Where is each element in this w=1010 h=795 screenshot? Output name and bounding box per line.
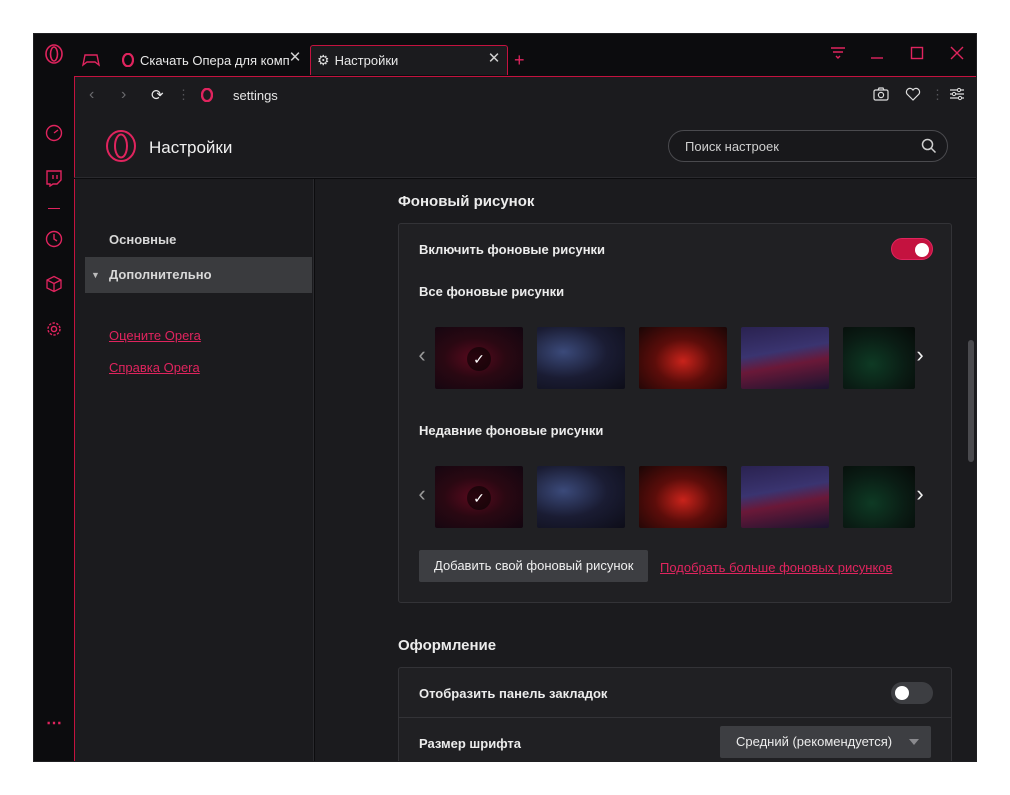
enable-wallpapers-label: Включить фоновые рисунки xyxy=(419,242,606,257)
separator-dots-icon: ⋮ xyxy=(931,87,944,102)
easy-setup-icon[interactable] xyxy=(949,87,965,106)
font-size-label: Размер шрифта xyxy=(419,736,521,751)
tab-close-icon[interactable]: ✕ xyxy=(288,50,302,65)
tab-label: Скачать Опера для компь xyxy=(140,52,290,68)
address-bar: ‹ › ⟳ ⋮ settings ⋮ xyxy=(74,76,976,114)
carousel-prev-icon[interactable]: ‹ xyxy=(415,342,429,368)
nav-item-advanced[interactable]: ▼ Дополнительно xyxy=(85,257,312,293)
carousel-prev-icon[interactable]: ‹ xyxy=(415,481,429,507)
url-text[interactable]: settings xyxy=(233,88,278,103)
wallpaper-card: Включить фоновые рисунки Все фоновые рис… xyxy=(398,223,952,603)
wallpaper-thumb[interactable] xyxy=(843,327,915,389)
opera-menu-icon[interactable] xyxy=(44,44,64,64)
new-tab-button[interactable]: + xyxy=(514,45,534,75)
checkmark-icon: ✓ xyxy=(467,347,491,371)
settings-search xyxy=(668,130,948,162)
tab-download-opera[interactable]: Скачать Опера для компь ✕ xyxy=(114,45,308,75)
wallpaper-thumb[interactable]: ✓ xyxy=(435,466,523,528)
tab-close-icon[interactable]: ✕ xyxy=(487,51,501,66)
close-window-icon[interactable] xyxy=(950,46,970,62)
browser-window: ⋯ Скачать Опера для компь ✕ ⚙ Настройки … xyxy=(33,33,977,762)
tab-menu-icon[interactable] xyxy=(830,46,850,62)
more-wallpapers-link[interactable]: Подобрать больше фоновых рисунков xyxy=(660,560,892,575)
wallpaper-thumb[interactable] xyxy=(537,466,625,528)
tab-settings[interactable]: ⚙ Настройки ✕ xyxy=(310,45,508,75)
minimize-icon[interactable] xyxy=(870,46,890,62)
chevron-down-icon xyxy=(909,739,919,745)
scrollbar-thumb[interactable] xyxy=(968,340,974,462)
font-size-value: Средний (рекомендуется) xyxy=(736,734,893,749)
opera-logo-icon xyxy=(105,130,137,167)
row-divider xyxy=(399,717,951,718)
more-icon[interactable]: ⋯ xyxy=(44,713,64,733)
font-size-select[interactable]: Средний (рекомендуется) xyxy=(720,726,931,758)
checkmark-icon: ✓ xyxy=(467,486,491,510)
opera-logo-icon xyxy=(122,53,134,67)
snapshot-icon[interactable] xyxy=(873,87,889,106)
carousel-next-icon[interactable]: › xyxy=(913,342,927,368)
page-title: Настройки xyxy=(149,138,233,157)
settings-gear-icon[interactable] xyxy=(44,319,64,339)
back-icon[interactable]: ‹ xyxy=(89,86,94,104)
search-icon[interactable] xyxy=(921,138,937,159)
wallpaper-thumb[interactable] xyxy=(843,466,915,528)
help-opera-link[interactable]: Справка Opera xyxy=(109,360,200,375)
wallpaper-thumb[interactable] xyxy=(639,327,727,389)
opera-badge-icon xyxy=(200,87,214,107)
search-input[interactable] xyxy=(685,131,915,161)
separator-dots-icon: ⋮ xyxy=(177,87,190,102)
section-title-appearance: Оформление xyxy=(398,637,497,654)
enable-wallpapers-toggle[interactable] xyxy=(891,238,933,260)
reload-icon[interactable]: ⟳ xyxy=(151,86,164,104)
carousel-next-icon[interactable]: › xyxy=(913,481,927,507)
caret-down-icon: ▼ xyxy=(91,270,100,280)
heart-icon[interactable] xyxy=(905,87,921,106)
appearance-card: Отобразить панель закладок Размер шрифта… xyxy=(398,667,952,761)
speed-dial-icon[interactable] xyxy=(44,123,64,143)
nav-item-label: Дополнительно xyxy=(109,267,212,282)
add-wallpaper-button[interactable]: Добавить свой фоновый рисунок xyxy=(419,550,649,582)
settings-header: Настройки xyxy=(74,114,976,178)
extensions-icon[interactable] xyxy=(44,274,64,294)
wallpaper-thumb[interactable] xyxy=(537,327,625,389)
sidebar-rail: ⋯ xyxy=(34,34,74,761)
gear-icon: ⚙ xyxy=(317,52,330,68)
wallpaper-thumb[interactable] xyxy=(741,466,829,528)
nav-item-basic[interactable]: Основные xyxy=(85,222,312,258)
bookmarks-bar-toggle[interactable] xyxy=(891,682,933,704)
recent-wallpapers-label: Недавние фоновые рисунки xyxy=(419,423,604,438)
history-icon[interactable] xyxy=(44,229,64,249)
maximize-icon[interactable] xyxy=(910,46,930,62)
forward-icon[interactable]: › xyxy=(121,86,126,104)
settings-nav: Основные ▼ Дополнительно Оцените Opera С… xyxy=(74,179,314,761)
rail-divider xyxy=(48,208,60,209)
rate-opera-link[interactable]: Оцените Opera xyxy=(109,328,201,343)
bookmarks-bar-label: Отобразить панель закладок xyxy=(419,686,608,701)
tab-strip: Скачать Опера для компь ✕ ⚙ Настройки ✕ … xyxy=(74,34,976,76)
wallpaper-thumb[interactable] xyxy=(741,327,829,389)
all-wallpapers-label: Все фоновые рисунки xyxy=(419,284,565,299)
section-title-wallpaper: Фоновый рисунок xyxy=(398,193,535,210)
settings-content: Фоновый рисунок Включить фоновые рисунки… xyxy=(315,179,976,761)
tab-label: Настройки xyxy=(334,53,399,68)
wallpaper-thumb[interactable] xyxy=(639,466,727,528)
gx-controls-icon[interactable] xyxy=(82,45,108,75)
wallpaper-thumb[interactable]: ✓ xyxy=(435,327,523,389)
twitch-icon[interactable] xyxy=(44,168,64,188)
